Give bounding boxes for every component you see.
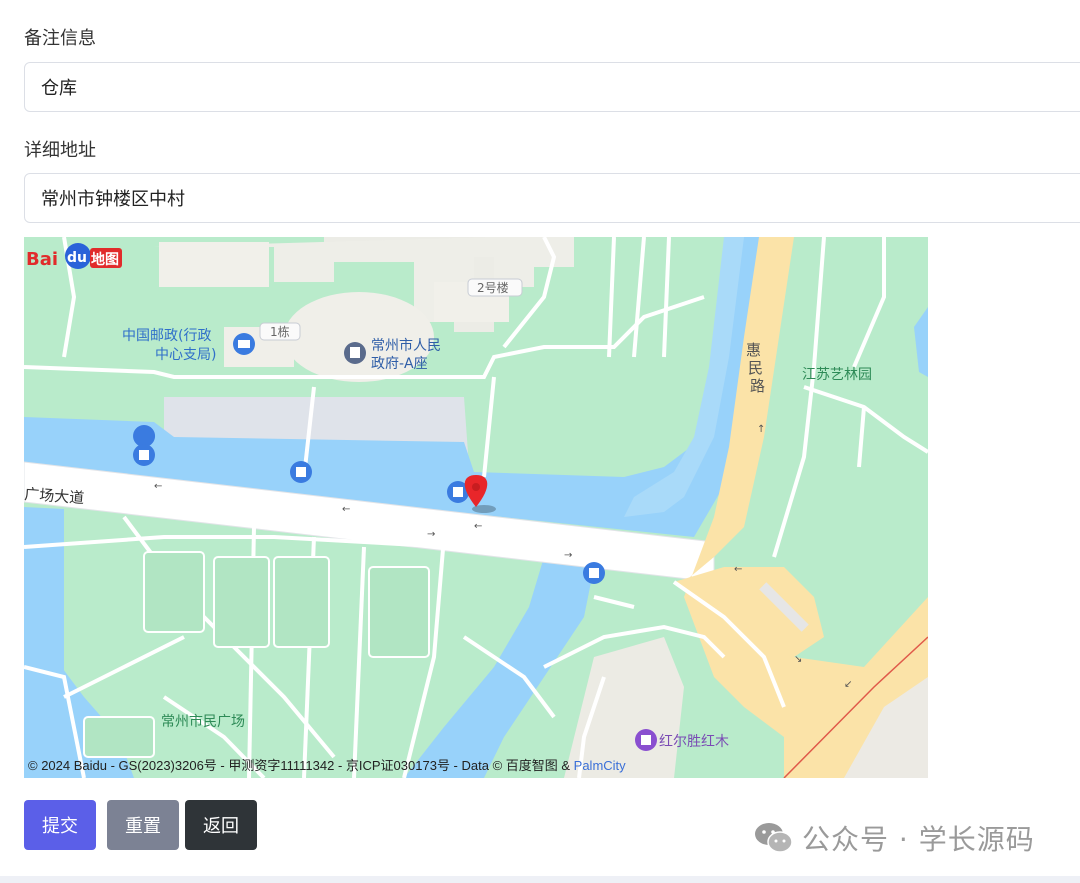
map-view[interactable]: ← ← ← → → ← ↑ ↘ ↙ 广场大道 惠民路 中国邮政(行政 中心支局)… [24,237,928,778]
poi-hongershen: 红尔胜红木 [659,734,729,750]
road-label-char: 民 [748,359,763,377]
svg-text:↘: ↘ [794,654,802,665]
remark-input[interactable] [24,62,1080,112]
svg-text:↙: ↙ [844,679,852,690]
svg-text:←: ← [734,564,742,575]
poi-jiangsu-garden: 江苏艺林园 [802,367,872,383]
map-copyright: © 2024 Baidu - GS(2023)3206号 - 甲测资字11111… [28,755,626,774]
wechat-icon [755,823,793,853]
bus-stop-icon [583,562,605,584]
svg-text:←: ← [342,504,350,515]
svg-text:→: → [427,529,435,540]
map-canvas: ← ← ← → → ← ↑ ↘ ↙ 广场大道 惠民路 中国邮政(行政 中心支局)… [24,237,928,778]
watermark: 公众号 · 学长源码 [754,818,1035,858]
building-label-2: 2号楼 [477,280,509,295]
reset-button[interactable]: 重置 [107,800,179,850]
submit-button[interactable]: 提交 [24,800,96,850]
baidu-logo: Bai du 地图 [26,243,122,270]
poi-post-office-line1: 中国邮政(行政 [122,328,211,344]
post-office-icon [233,333,255,355]
svg-text:↑: ↑ [757,424,765,435]
back-button[interactable]: 返回 [185,800,257,850]
road-label-char: 路 [750,377,765,395]
government-icon [344,342,366,364]
svg-text:du: du [67,250,87,266]
shop-icon [635,729,657,751]
poi-government-line2: 政府-A座 [371,356,428,372]
watermark-text: 公众号 · 学长源码 [802,823,1035,856]
poi-citizen-square: 常州市民广场 [161,713,245,730]
road-label-char: 惠 [746,341,761,359]
svg-text:←: ← [474,521,482,532]
poi-post-office-line2: 中心支局) [155,347,216,363]
address-label: 详细地址 [24,140,96,161]
building-label-1: 1栋 [270,324,290,339]
bottom-bar [0,876,1080,883]
address-input[interactable] [24,173,1080,223]
remark-label: 备注信息 [24,28,96,49]
bus-stop-icon [290,461,312,483]
svg-text:地图: 地图 [91,251,119,268]
svg-text:←: ← [154,481,162,492]
svg-text:Bai: Bai [26,249,58,270]
palmcity-link[interactable]: PalmCity [574,758,626,773]
svg-text:→: → [564,550,572,561]
poi-government-line1: 常州市人民 [371,337,441,354]
copyright-text: © 2024 Baidu - GS(2023)3206号 - 甲测资字11111… [28,758,574,773]
